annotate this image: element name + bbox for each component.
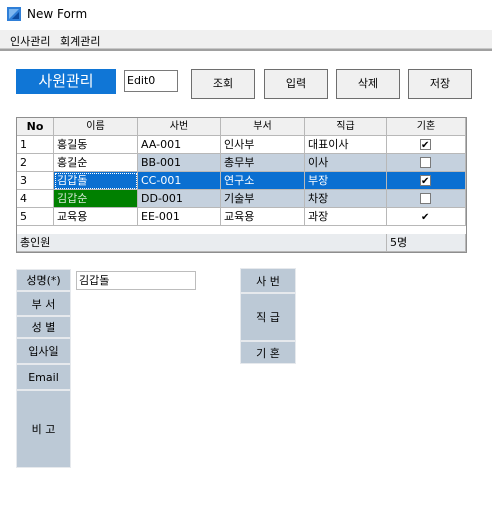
cell-married[interactable] [387,208,466,226]
cell-id[interactable]: CC-001 [138,172,221,190]
col-header-married[interactable]: 기혼 [387,118,466,136]
cell-no: 4 [17,190,54,208]
cell-no: 5 [17,208,54,226]
dept-label: 부 서 [16,291,71,316]
table-row[interactable]: 5 교육용 EE-001 교육용 과장 [17,208,466,226]
cell-no: 3 [17,172,54,190]
table-row[interactable]: 1 홍길동 AA-001 인사부 대표이사 [17,136,466,154]
cell-name[interactable]: 김갑순 [54,190,138,208]
cell-id[interactable]: AA-001 [138,136,221,154]
footer-label: 총인원 [17,234,387,252]
name-field[interactable]: 김갑돌 [76,271,196,290]
married-checkbox[interactable] [420,173,431,189]
cell-dept[interactable]: 총무부 [221,154,305,172]
col-header-no[interactable]: No [17,118,54,136]
search-button[interactable]: 조회 [191,69,255,99]
cell-name[interactable]: 홍길동 [54,136,138,154]
cell-dept[interactable]: 연구소 [221,172,305,190]
employee-grid[interactable]: No 이름 사번 부서 직급 기혼 1 홍길동 AA-001 인사부 대표이사 … [16,117,467,253]
cell-rank[interactable]: 대표이사 [305,136,387,154]
grid-footer: 총인원 5명 [17,234,466,252]
col-header-name[interactable]: 이름 [54,118,138,136]
title-bar: New Form [0,0,492,30]
gender-label: 성 별 [16,316,71,338]
table-row[interactable]: 4 김갑순 DD-001 기술부 차장 [17,190,466,208]
table-row[interactable]: 2 홍길순 BB-001 총무부 이사 [17,154,466,172]
cell-no: 1 [17,136,54,154]
married-checkbox[interactable] [420,209,431,225]
join-date-label: 입사일 [16,338,71,364]
cell-married[interactable] [387,172,466,190]
cell-rank[interactable]: 이사 [305,154,387,172]
cell-id[interactable]: BB-001 [138,154,221,172]
cell-dept[interactable]: 교육용 [221,208,305,226]
cell-married[interactable] [387,154,466,172]
menu-bar: 인사관리 회계관리 [0,30,492,49]
delete-button[interactable]: 삭제 [336,69,400,99]
table-row-selected[interactable]: 3 김갑돌 CC-001 연구소 부장 [17,172,466,190]
app-form-icon [7,7,21,21]
cell-no: 2 [17,154,54,172]
cell-married[interactable] [387,136,466,154]
cell-rank[interactable]: 부장 [305,172,387,190]
col-header-dept[interactable]: 부서 [221,118,305,136]
cell-married[interactable] [387,190,466,208]
menu-item-hr[interactable]: 인사관리 [10,33,50,49]
cell-id[interactable]: EE-001 [138,208,221,226]
save-button[interactable]: 저장 [408,69,472,99]
col-header-id[interactable]: 사번 [138,118,221,136]
cell-name[interactable]: 홍길순 [54,154,138,172]
col-header-rank[interactable]: 직급 [305,118,387,136]
cell-id[interactable]: DD-001 [138,190,221,208]
married-checkbox[interactable] [420,157,431,168]
grid-empty-area [17,226,466,234]
email-label: Email [16,364,71,390]
married-checkbox[interactable] [420,137,431,153]
cell-rank[interactable]: 차장 [305,190,387,208]
page-title: 사원관리 [16,69,116,94]
cell-name[interactable]: 교육용 [54,208,138,226]
input-button[interactable]: 입력 [264,69,328,99]
grid-header: No 이름 사번 부서 직급 기혼 [17,118,466,136]
cell-dept[interactable]: 인사부 [221,136,305,154]
note-label: 비 고 [16,390,71,468]
window-title: New Form [27,7,88,21]
footer-count: 5명 [387,234,466,252]
menu-divider [0,49,492,51]
name-label: 성명(*) [16,269,71,291]
cell-dept[interactable]: 기술부 [221,190,305,208]
married-label: 기 혼 [240,341,296,364]
edit-field[interactable]: Edit0 [124,70,178,92]
married-checkbox[interactable] [420,193,431,204]
emp-no-label: 사 번 [240,268,296,293]
cell-name[interactable]: 김갑돌 [54,172,138,190]
rank-label: 직 급 [240,293,296,341]
cell-rank[interactable]: 과장 [305,208,387,226]
menu-item-accounting[interactable]: 회계관리 [60,33,100,49]
